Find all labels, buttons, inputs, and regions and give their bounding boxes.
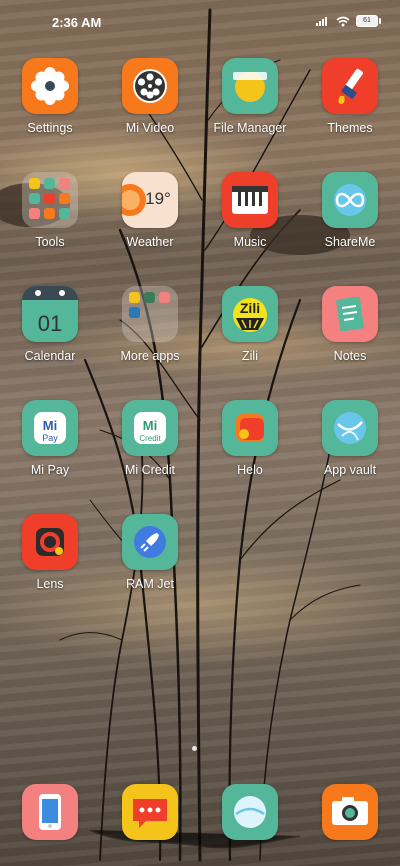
app-row-4: Mi Pay Mi Pay Mi Credit Mi Credit Helo A…	[0, 400, 400, 514]
camera-icon	[322, 784, 378, 840]
weather-label: Weather	[126, 235, 174, 249]
svg-text:Pay: Pay	[42, 433, 58, 443]
app-music[interactable]: Music	[200, 172, 300, 286]
status-icons: 61	[316, 15, 381, 27]
sun-icon: 19°	[122, 172, 178, 228]
shareme-label: ShareMe	[324, 235, 376, 249]
mi-credit-label: Mi Credit	[124, 463, 175, 477]
status-time: 2:36 AM	[52, 15, 102, 30]
app-row-1: Settings Mi Video File Manager Themes	[0, 58, 400, 172]
lens-label: Lens	[36, 577, 64, 591]
app-lens[interactable]: Lens	[0, 514, 100, 628]
helo-icon	[222, 400, 278, 456]
themes-label: Themes	[327, 121, 373, 135]
battery-icon: 61	[356, 15, 381, 27]
folder-icon	[222, 58, 278, 114]
weather-temp: 19°	[145, 189, 171, 208]
app-row-2: Tools 19° Weather Music ShareMe	[0, 172, 400, 286]
svg-text:Mi: Mi	[43, 418, 57, 433]
tools-folder-icon	[22, 172, 78, 228]
app-themes[interactable]: Themes	[300, 58, 400, 172]
film-reel-icon	[122, 58, 178, 114]
app-grid: Settings Mi Video File Manager Themes To…	[0, 58, 400, 628]
settings-label: Settings	[27, 121, 73, 135]
app-mi-pay[interactable]: Mi Pay Mi Pay	[0, 400, 100, 514]
status-bar: 2:36 AM 61	[0, 0, 400, 44]
infinity-icon	[322, 172, 378, 228]
zili-label: Zili	[242, 349, 258, 363]
ram-jet-label: RAM Jet	[126, 577, 174, 591]
phone-icon	[22, 784, 78, 840]
app-vault-icon	[322, 400, 378, 456]
mi-credit-logo-icon: Mi Credit	[122, 400, 178, 456]
tools-label: Tools	[35, 235, 65, 249]
app-weather[interactable]: 19° Weather	[100, 172, 200, 286]
app-notes[interactable]: Notes	[300, 286, 400, 400]
svg-text:Zili: Zili	[240, 300, 260, 316]
app-row-5: Lens RAM Jet	[0, 514, 400, 628]
piano-icon	[222, 172, 278, 228]
app-vault-label: App vault	[323, 463, 377, 477]
browser-icon	[222, 784, 278, 840]
wifi-icon	[336, 16, 350, 26]
dock-phone[interactable]	[0, 784, 100, 840]
dock-browser[interactable]	[200, 784, 300, 840]
calendar-day: 01	[38, 311, 62, 336]
app-calendar[interactable]: 01 Calendar	[0, 286, 100, 400]
app-shareme[interactable]: ShareMe	[300, 172, 400, 286]
mi-pay-logo-icon: Mi Pay	[22, 400, 78, 456]
calendar-label: Calendar	[24, 349, 76, 363]
more-apps-label: More apps	[120, 349, 180, 363]
mi-video-label: Mi Video	[125, 121, 175, 135]
app-ram-jet[interactable]: RAM Jet	[100, 514, 200, 628]
page-indicator-dot	[192, 746, 197, 751]
file-manager-label: File Manager	[213, 121, 287, 135]
app-row-3: 01 Calendar More apps Zili Zili Notes	[0, 286, 400, 400]
messaging-icon	[122, 784, 178, 840]
app-mi-video[interactable]: Mi Video	[100, 58, 200, 172]
app-helo[interactable]: Helo	[200, 400, 300, 514]
svg-text:Credit: Credit	[139, 434, 161, 443]
dock-camera[interactable]	[300, 784, 400, 840]
folder-tools[interactable]: Tools	[0, 172, 100, 286]
settings-icon	[22, 58, 78, 114]
music-label: Music	[233, 235, 267, 249]
lens-icon	[22, 514, 78, 570]
notes-icon	[322, 286, 378, 342]
svg-text:Mi: Mi	[143, 418, 157, 433]
app-zili[interactable]: Zili Zili	[200, 286, 300, 400]
app-settings[interactable]: Settings	[0, 58, 100, 172]
dock	[0, 784, 400, 840]
app-app-vault[interactable]: App vault	[300, 400, 400, 514]
paintbrush-icon	[322, 58, 378, 114]
more-apps-folder-icon	[122, 286, 178, 342]
folder-more-apps[interactable]: More apps	[100, 286, 200, 400]
signal-icon	[316, 17, 327, 26]
app-file-manager[interactable]: File Manager	[200, 58, 300, 172]
calendar-icon: 01	[22, 286, 78, 342]
rocket-icon	[122, 514, 178, 570]
zili-logo-icon: Zili	[222, 286, 278, 342]
mi-pay-label: Mi Pay	[30, 463, 70, 477]
app-mi-credit[interactable]: Mi Credit Mi Credit	[100, 400, 200, 514]
dock-messaging[interactable]	[100, 784, 200, 840]
helo-label: Helo	[237, 463, 263, 477]
notes-label: Notes	[333, 349, 367, 363]
